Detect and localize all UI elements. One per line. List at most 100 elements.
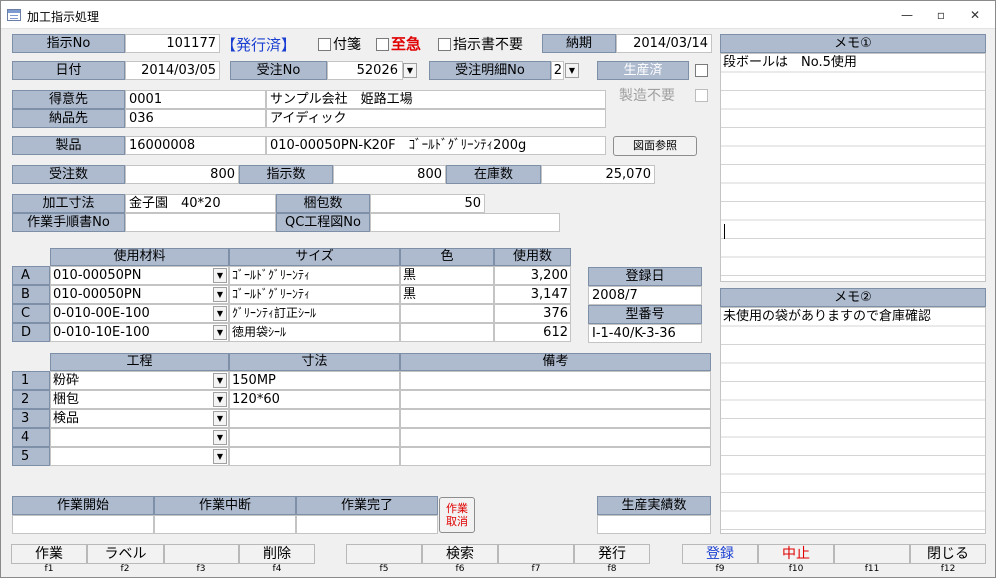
f11-button[interactable]	[834, 544, 910, 564]
color-cell[interactable]: 黒	[400, 285, 494, 304]
f5-button[interactable]	[346, 544, 422, 564]
juchu-no-field[interactable]: 52026	[327, 61, 403, 80]
seisanzumi-label: 生産済	[597, 61, 689, 80]
f7-button[interactable]	[498, 544, 574, 564]
product-code-field[interactable]: 16000008	[125, 136, 266, 155]
konpo-field[interactable]: 50	[370, 194, 485, 213]
material-cell[interactable]: 0-010-10E-100	[50, 323, 229, 342]
chevron-down-icon[interactable]: ▼	[213, 373, 227, 388]
maximize-icon[interactable]: ▫	[931, 7, 951, 23]
materials-row-key: A	[12, 266, 50, 285]
kataban-field[interactable]: I-1-40/K-3-36	[588, 324, 702, 343]
f2-label-button[interactable]: ラベル	[87, 544, 164, 564]
f12-close-button[interactable]: 閉じる	[910, 544, 986, 564]
product-name-field[interactable]: 010-00050PN-K20F ｺﾞｰﾙﾄﾞｸﾞﾘｰﾝﾃｨ200g	[266, 136, 606, 155]
size-cell[interactable]: 徳用袋ｼｰﾙ	[229, 323, 400, 342]
work-pause-field[interactable]	[154, 515, 296, 534]
seizo-fuyo-label: 製造不要	[619, 88, 675, 104]
close-icon[interactable]: ✕	[965, 7, 985, 23]
juchu-meisai-field[interactable]: 2	[551, 61, 564, 80]
work-done-label: 作業完了	[296, 496, 438, 515]
step-note-cell[interactable]	[400, 447, 711, 466]
zaiko-field[interactable]: 25,070	[541, 165, 655, 184]
f6-search-button[interactable]: 検索	[422, 544, 498, 564]
step-note-cell[interactable]	[400, 390, 711, 409]
work-start-field[interactable]	[12, 515, 154, 534]
seisanzumi-checkbox[interactable]	[695, 64, 708, 77]
chevron-down-icon[interactable]: ▼	[213, 268, 227, 283]
size-cell[interactable]: ｺﾞｰﾙﾄﾞｸﾞﾘｰﾝﾃｨ	[229, 285, 400, 304]
nohinsaki-name-field[interactable]: アイディック	[266, 109, 606, 128]
step-size-cell[interactable]	[229, 428, 400, 447]
material-cell[interactable]: 010-00050PN	[50, 266, 229, 285]
kako-sunpo-field[interactable]: 金子園 40*20	[125, 194, 276, 213]
chevron-down-icon[interactable]: ▼	[213, 392, 227, 407]
material-cell[interactable]: 010-00050PN	[50, 285, 229, 304]
step-cell[interactable]: 梱包	[50, 390, 229, 409]
steps-row-key: 3	[12, 409, 50, 428]
color-cell[interactable]	[400, 304, 494, 323]
memo1-text: 段ボールは No.5使用	[723, 55, 857, 70]
juchu-no-dropdown-icon[interactable]: ▼	[403, 63, 417, 78]
step-note-cell[interactable]	[400, 371, 711, 390]
memo1-textarea[interactable]: 段ボールは No.5使用	[720, 53, 986, 282]
step-cell[interactable]: 粉砕	[50, 371, 229, 390]
f8-issue-button[interactable]: 発行	[574, 544, 650, 564]
tokuisaki-name-field[interactable]: サンプル会社 姫路工場	[266, 90, 606, 109]
juchu-meisai-dropdown-icon[interactable]: ▼	[565, 63, 579, 78]
qty-cell[interactable]: 376	[494, 304, 571, 323]
step-cell[interactable]	[50, 428, 229, 447]
memo2-text: 未使用の袋がありますので倉庫確認	[723, 309, 932, 324]
f1-sagyo-button[interactable]: 作業	[11, 544, 87, 564]
fusen-checkbox[interactable]	[318, 38, 331, 51]
memo2-textarea[interactable]: 未使用の袋がありますので倉庫確認	[720, 307, 986, 534]
memo1-label: メモ①	[720, 34, 986, 53]
color-cell[interactable]	[400, 323, 494, 342]
chevron-down-icon[interactable]: ▼	[213, 449, 227, 464]
chevron-down-icon[interactable]: ▼	[213, 287, 227, 302]
nohinsaki-label: 納品先	[12, 109, 125, 128]
sagyo-tejun-field[interactable]	[125, 213, 276, 232]
hizuke-field[interactable]: 2014/03/05	[125, 61, 220, 80]
seizo-fuyo-checkbox[interactable]	[695, 89, 708, 102]
step-size-cell[interactable]	[229, 447, 400, 466]
color-cell[interactable]: 黒	[400, 266, 494, 285]
noki-field[interactable]: 2014/03/14	[616, 34, 712, 53]
step-size-cell[interactable]: 120*60	[229, 390, 400, 409]
size-cell[interactable]: ｸﾞﾘｰﾝﾃｨ訂正ｼｰﾙ	[229, 304, 400, 323]
toroku-field[interactable]: 2008/7	[588, 286, 702, 305]
shiji-qty-field[interactable]: 800	[333, 165, 446, 184]
size-cell[interactable]: ｺﾞｰﾙﾄﾞｸﾞﾘｰﾝﾃｨ	[229, 266, 400, 285]
chevron-down-icon[interactable]: ▼	[213, 325, 227, 340]
drawing-reference-button[interactable]: 図面参照	[613, 136, 697, 156]
f3-button[interactable]	[164, 544, 239, 564]
seisan-jisseki-field[interactable]	[597, 515, 711, 534]
qc-field[interactable]	[370, 213, 560, 232]
material-cell[interactable]: 0-010-00E-100	[50, 304, 229, 323]
work-cancel-button[interactable]: 作業 取消	[439, 497, 475, 533]
qty-cell[interactable]: 612	[494, 323, 571, 342]
qty-cell[interactable]: 3,147	[494, 285, 571, 304]
juchu-qty-field[interactable]: 800	[125, 165, 239, 184]
qty-cell[interactable]: 3,200	[494, 266, 571, 285]
f4-delete-button[interactable]: 削除	[239, 544, 315, 564]
step-cell[interactable]: 検品	[50, 409, 229, 428]
work-done-field[interactable]	[296, 515, 438, 534]
chevron-down-icon[interactable]: ▼	[213, 430, 227, 445]
step-cell[interactable]	[50, 447, 229, 466]
step-size-cell[interactable]: 150MP	[229, 371, 400, 390]
step-note-cell[interactable]	[400, 428, 711, 447]
shikyu-checkbox[interactable]	[376, 38, 389, 51]
step-size-cell[interactable]	[229, 409, 400, 428]
f9-register-button[interactable]: 登録	[682, 544, 758, 564]
step-note-cell[interactable]	[400, 409, 711, 428]
nohinsaki-code-field[interactable]: 036	[125, 109, 266, 128]
minimize-icon[interactable]: —	[897, 7, 917, 23]
shijisho-fuyo-checkbox[interactable]	[438, 38, 451, 51]
tokuisaki-code-field[interactable]: 0001	[125, 90, 266, 109]
chevron-down-icon[interactable]: ▼	[213, 306, 227, 321]
f12-key-caption: f12	[940, 564, 956, 574]
chevron-down-icon[interactable]: ▼	[213, 411, 227, 426]
f10-cancel-button[interactable]: 中止	[758, 544, 834, 564]
shiji-no-field[interactable]: 101177	[125, 34, 220, 53]
